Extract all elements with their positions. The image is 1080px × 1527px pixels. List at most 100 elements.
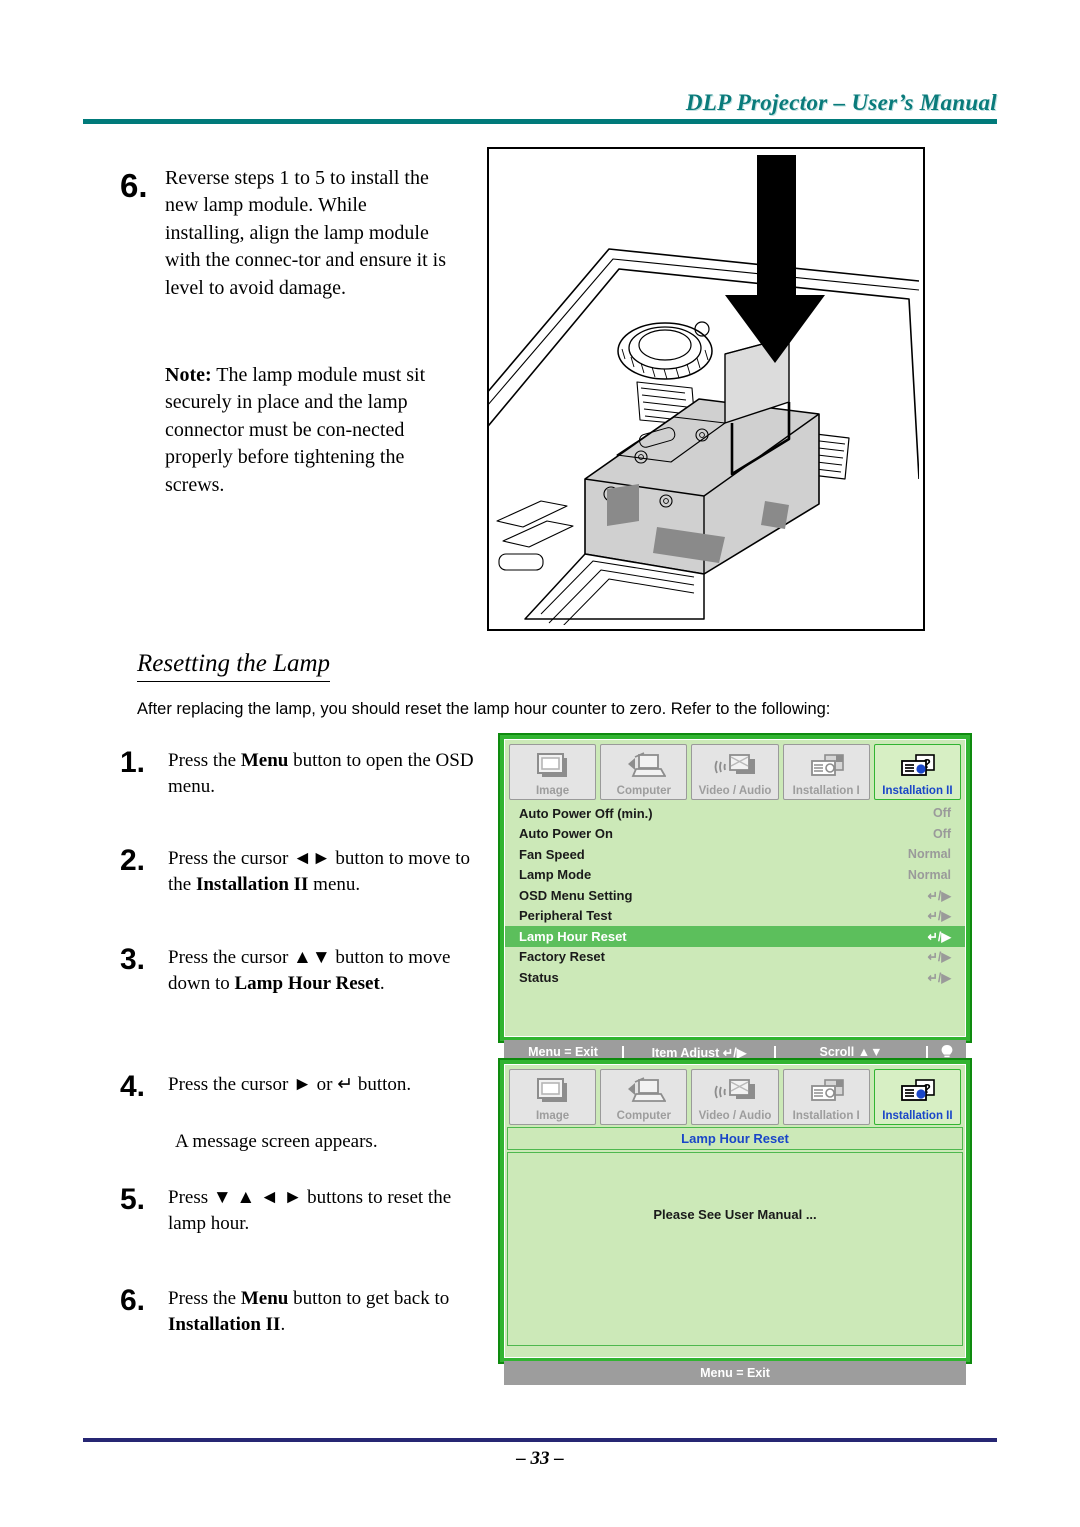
- osd-tab-image-2[interactable]: Image: [509, 1069, 597, 1125]
- osd-tab-installation-2[interactable]: ? Installation II: [873, 744, 962, 800]
- osd-tab-installation-2-2[interactable]: ? Installation II: [873, 1069, 962, 1125]
- osd-row-auto-power-off[interactable]: Auto Power Off (min.) Off: [505, 803, 965, 824]
- osd-row-label: Status: [519, 969, 559, 985]
- section-heading: Resetting the Lamp: [137, 650, 331, 682]
- video-audio-icon: [711, 1076, 759, 1110]
- osd-tab-video-audio-2[interactable]: Video / Audio: [691, 1069, 779, 1125]
- step-4: 4. Press the cursor ► or ↵ button.: [120, 1072, 480, 1102]
- step-6-lower-bold2: Installation II: [168, 1313, 281, 1335]
- step-5-number: 5.: [120, 1183, 146, 1216]
- osd-tab-installation-2-2-label: Installation II: [882, 1109, 953, 1122]
- video-audio-icon: [711, 751, 759, 785]
- osd-row-label: Lamp Hour Reset: [519, 928, 627, 944]
- osd-row-value: Normal: [907, 847, 951, 862]
- osd-message-area: Please See User Manual ...: [507, 1152, 963, 1346]
- osd-menu-rows: Auto Power Off (min.) Off Auto Power On …: [505, 800, 965, 1036]
- osd-row-value: Normal: [907, 867, 951, 882]
- osd-tab-computer-2[interactable]: Computer: [600, 1069, 688, 1125]
- header-title: DLP Projector – User’s Manual: [685, 90, 997, 115]
- projector-illustration: [487, 147, 925, 631]
- osd-menu-screenshot: Image Computer Video / Audio Installatio…: [498, 733, 972, 1064]
- step-6-number: 6.: [120, 167, 148, 204]
- step-1-text: Press the Menu button to open the OSD me…: [168, 748, 480, 800]
- screen-icon: [533, 751, 573, 785]
- osd-row-lamp-mode[interactable]: Lamp Mode Normal: [505, 865, 965, 886]
- osd-row-label: Peripheral Test: [519, 908, 612, 924]
- step-3: 3. Press the cursor ▲▼ button to move do…: [120, 945, 480, 997]
- osd-tab-computer-label: Computer: [616, 784, 671, 797]
- projector-lamp-diagram-svg: [489, 155, 920, 629]
- osd-tab-installation-1[interactable]: Installation I: [782, 744, 870, 800]
- installation-1-icon: [802, 751, 850, 785]
- osd-row-peripheral-test[interactable]: Peripheral Test ↵/▶: [505, 906, 965, 927]
- step-3-mid: .: [379, 972, 385, 994]
- osd-tab-computer[interactable]: Computer: [600, 744, 688, 800]
- osd-tab-computer-2-label: Computer: [616, 1109, 671, 1122]
- step-4-note: A message screen appears.: [175, 1131, 378, 1152]
- osd-row-value: ↵/▶: [927, 970, 951, 985]
- osd-statusbar-exit[interactable]: Menu = Exit: [504, 1045, 622, 1059]
- osd-row-label: Auto Power On: [519, 826, 613, 842]
- step-1: 1. Press the Menu button to open the OSD…: [120, 748, 480, 800]
- osd-row-lamp-hour-reset[interactable]: Lamp Hour Reset ↵/▶: [505, 926, 965, 947]
- step-2-bold: Installation II: [195, 873, 309, 895]
- step-6-body: Reverse steps 1 to 5 to install the new …: [165, 167, 447, 299]
- osd-tab-video-audio[interactable]: Video / Audio: [691, 744, 779, 800]
- step-6-lower-pre: Press the: [168, 1288, 241, 1309]
- osd-row-value: ↵/▶: [927, 909, 951, 924]
- osd-menu-inner: Image Computer Video / Audio Installatio…: [504, 739, 966, 1037]
- osd-row-factory-reset[interactable]: Factory Reset ↵/▶: [505, 947, 965, 968]
- osd-message-screenshot: Image Computer Video / Audio Installatio…: [498, 1058, 972, 1385]
- osd-row-label: OSD Menu Setting: [519, 887, 633, 903]
- laptop-icon: [622, 1076, 666, 1110]
- step-1-pre: Press the: [168, 750, 241, 771]
- step-6-lower-mid: button to get back to: [288, 1288, 450, 1309]
- osd-row-value: ↵/▶: [927, 888, 951, 903]
- section-intro: After replacing the lamp, you should res…: [137, 700, 831, 718]
- osd-tab-image[interactable]: Image: [509, 744, 597, 800]
- step-2-mid: menu.: [308, 873, 361, 895]
- laptop-icon: [622, 751, 666, 785]
- osd-row-value: Off: [932, 806, 951, 821]
- osd-tab-installation-1-label: Installation I: [792, 784, 860, 797]
- step-6-lower-post: .: [280, 1313, 286, 1335]
- step-2-number: 2.: [120, 844, 146, 877]
- footer-rule: [83, 1438, 997, 1442]
- osd-tab-installation-1-2[interactable]: Installation I: [782, 1069, 870, 1125]
- osd-row-auto-power-on[interactable]: Auto Power On Off: [505, 824, 965, 845]
- osd-row-label: Factory Reset: [519, 949, 605, 965]
- osd-row-osd-menu-setting[interactable]: OSD Menu Setting ↵/▶: [505, 885, 965, 906]
- step-2-text: Press the cursor ◄► button to move to th…: [168, 846, 480, 898]
- osd-row-status[interactable]: Status ↵/▶: [505, 967, 965, 988]
- step-6-note: Note: The lamp module must sit securely …: [165, 362, 450, 499]
- osd-tab-video-audio-label: Video / Audio: [698, 784, 772, 797]
- osd-message-statusbar: Menu = Exit: [504, 1361, 966, 1385]
- step-3-number: 3.: [120, 943, 146, 976]
- osd-tab-installation-1-2-label: Installation I: [792, 1109, 860, 1122]
- osd-row-value: Off: [932, 826, 951, 841]
- osd-row-label: Auto Power Off (min.): [519, 805, 653, 821]
- step-2: 2. Press the cursor ◄► button to move to…: [120, 846, 480, 898]
- osd-tab-bar-2: Image Computer Video / Audio Installatio…: [505, 1065, 965, 1125]
- step-3-bold: Lamp Hour Reset: [234, 972, 380, 994]
- osd-tab-installation-2-label: Installation II: [882, 784, 953, 797]
- page-header: DLP Projector – User’s Manual: [83, 90, 997, 130]
- step-6-lower-bold1: Menu: [240, 1288, 289, 1309]
- osd-message-text: Please See User Manual ...: [653, 1207, 817, 1222]
- manual-page: DLP Projector – User’s Manual 6. Reverse…: [0, 0, 1080, 1527]
- osd-row-fan-speed[interactable]: Fan Speed Normal: [505, 844, 965, 865]
- osd-tab-bar: Image Computer Video / Audio Installatio…: [505, 740, 965, 800]
- step-4-text: Press the cursor ► or ↵ button.: [168, 1074, 412, 1095]
- step-4-number: 4.: [120, 1070, 146, 1103]
- osd-tab-image-2-label: Image: [535, 1109, 570, 1122]
- osd-statusbar-scroll[interactable]: Scroll ▲▼: [776, 1045, 926, 1059]
- osd-row-label: Fan Speed: [519, 846, 585, 862]
- page-number: – 33 –: [516, 1448, 564, 1469]
- step-1-number: 1.: [120, 746, 146, 779]
- installation-2-icon: ?: [893, 1076, 941, 1110]
- osd-message-statusbar-exit[interactable]: Menu = Exit: [700, 1366, 770, 1380]
- step-6-block: 6. Reverse steps 1 to 5 to install the n…: [120, 165, 450, 499]
- step-1-bold: Menu: [240, 750, 289, 771]
- screen-icon: [533, 1076, 573, 1110]
- osd-tab-video-audio-2-label: Video / Audio: [698, 1109, 772, 1122]
